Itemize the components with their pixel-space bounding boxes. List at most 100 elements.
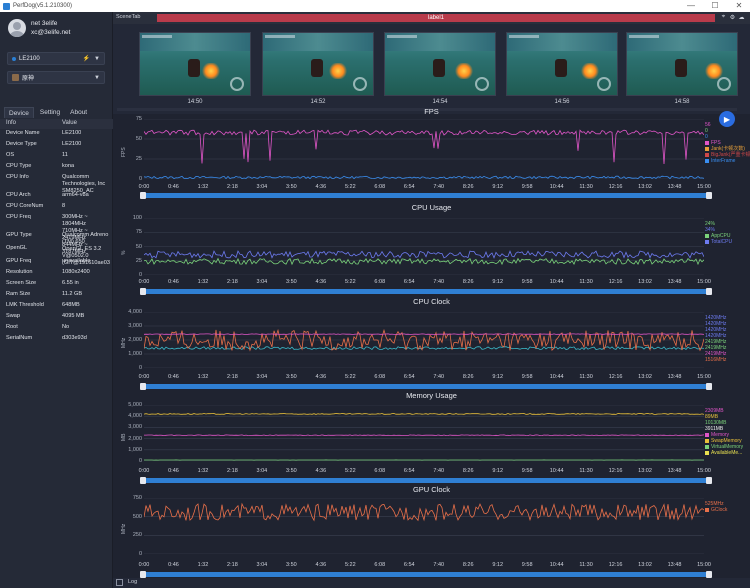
legend-item[interactable]: AvailableMe... [705, 450, 743, 456]
x-tick-label: 7:40 [433, 374, 445, 380]
time-range-slider[interactable] [140, 571, 712, 578]
x-tick-label: 0:00 [138, 374, 150, 380]
legend-item[interactable]: GClock [705, 507, 727, 513]
slider-handle-left[interactable] [140, 288, 146, 295]
plot-area[interactable] [144, 405, 704, 461]
location-icon[interactable]: ⌖ [719, 14, 728, 21]
game-screenshot-thumb[interactable] [262, 32, 374, 96]
x-tick-label: 3:04 [256, 279, 268, 285]
info-value: 11.2 GB [62, 291, 83, 297]
legend-swatch-icon [705, 147, 709, 151]
x-tick-label: 7:40 [433, 468, 445, 474]
log-label[interactable]: Log [128, 579, 137, 585]
x-tick-label: 2:18 [227, 468, 238, 474]
info-value: 8 [62, 203, 66, 209]
x-tick-label: 13:48 [667, 468, 682, 474]
slider-handle-left[interactable] [140, 571, 146, 578]
game-screenshot-thumb[interactable] [626, 32, 738, 96]
info-key: GPU Freq [6, 258, 32, 264]
x-tick-label: 6:54 [403, 374, 415, 380]
y-tick-label: 250 [132, 532, 142, 539]
app-select[interactable]: 原神 ▼ [7, 71, 105, 84]
legend-swatch-icon [705, 141, 709, 145]
y-tick-label: 75 [135, 116, 142, 122]
tab-setting[interactable]: Setting [36, 107, 64, 118]
chart-legend: 24% 34% AppCPU TotalCPU [705, 221, 732, 245]
value-header: Value [62, 120, 77, 126]
main-panel: SceneTab label1 ⌖ ⚙ ☁ 14:50 14:52 14:54 14:… [113, 12, 750, 588]
slider-handle-right[interactable] [706, 383, 712, 390]
y-tick-label: 500 [132, 513, 142, 520]
legend-item[interactable]: InterFrame [705, 158, 750, 164]
legend-item[interactable]: 1516MHz [705, 357, 726, 363]
info-key: Device Name [6, 130, 40, 136]
legend-text: InterFrame [711, 158, 736, 164]
x-tick-label: 6:08 [374, 468, 386, 474]
slider-handle-left[interactable] [140, 192, 146, 199]
x-tick-label: 8:26 [462, 374, 474, 380]
x-tick-label: 3:50 [286, 562, 297, 568]
info-key: CPU Freq [6, 214, 31, 220]
plot-area[interactable] [144, 218, 704, 275]
x-tick-label: 6:54 [403, 562, 415, 568]
thumb-time: 14:54 [432, 99, 448, 105]
chart-title: FPS [424, 107, 439, 116]
info-key: CPU Info [6, 174, 29, 180]
y-tick-label: 50 [135, 243, 142, 250]
x-tick-label: 6:54 [403, 184, 415, 190]
maximize-button[interactable]: ☐ [704, 0, 726, 12]
x-tick-label: 0:46 [168, 562, 179, 568]
cloud-icon[interactable]: ☁ [737, 14, 746, 21]
game-screenshot-thumb[interactable] [506, 32, 618, 96]
close-button[interactable]: ✕ [728, 0, 750, 12]
time-range-slider[interactable] [140, 288, 712, 295]
info-key: Swap [6, 313, 20, 319]
slider-handle-right[interactable] [706, 477, 712, 484]
minimize-button[interactable]: — [680, 0, 702, 12]
tab-about[interactable]: About [66, 107, 91, 118]
info-key: Resolution [6, 269, 33, 275]
info-value: 6.55 in [62, 280, 79, 286]
x-tick-label: 2:18 [227, 374, 238, 380]
slider-handle-left[interactable] [140, 477, 146, 484]
game-screenshot-thumb[interactable] [384, 32, 496, 96]
y-tick-label: 2,000 [128, 337, 142, 343]
info-key: LMK Threshold [6, 302, 44, 308]
x-tick-label: 13:02 [638, 279, 652, 285]
game-screenshot-thumb[interactable] [139, 32, 251, 96]
legend-text: AvailableMe... [711, 450, 743, 456]
slider-handle-left[interactable] [140, 383, 146, 390]
info-table-header: Info Value [0, 119, 113, 129]
scene-label-bar[interactable]: label1 [157, 14, 715, 22]
legend-swatch-icon [705, 439, 709, 443]
x-tick-label: 9:58 [521, 279, 533, 285]
x-tick-label: 0:46 [168, 374, 179, 380]
device-select[interactable]: LE2100 ⚡ ▼ [7, 52, 105, 65]
chart-legend: 1420MHz 1420MHz 1420MHz 1420MHz 2419MHz 2419M… [705, 315, 726, 363]
plot-area[interactable] [144, 119, 704, 179]
y-tick-label: 0 [138, 176, 142, 182]
avatar[interactable] [8, 19, 26, 37]
x-tick-label: 15:00 [697, 468, 711, 474]
slider-handle-right[interactable] [706, 288, 712, 295]
x-tick-label: 6:08 [374, 374, 386, 380]
scene-tab-label[interactable]: SceneTab [116, 14, 140, 20]
screenshot-strip: 14:50 14:52 14:54 14:56 14:58 [113, 24, 750, 114]
tab-device[interactable]: Device [4, 107, 34, 118]
y-tick-label: 25 [135, 257, 142, 264]
slider-handle-right[interactable] [706, 192, 712, 199]
plot-area[interactable] [144, 312, 704, 368]
plot-area[interactable] [144, 498, 704, 554]
cpu-cluster-series [144, 333, 704, 335]
time-range-slider[interactable] [140, 192, 712, 199]
legend-item[interactable]: TotalCPU [705, 239, 732, 245]
slider-handle-right[interactable] [706, 571, 712, 578]
x-tick-label: 9:12 [492, 468, 504, 474]
info-value: No [62, 324, 70, 330]
x-tick-label: 0:46 [168, 468, 179, 474]
y-tick-label: 1,000 [128, 446, 142, 453]
log-toggle-icon[interactable] [116, 579, 123, 586]
settings-icon[interactable]: ⚙ [728, 14, 737, 21]
time-range-slider[interactable] [140, 477, 712, 484]
time-range-slider[interactable] [140, 383, 712, 390]
